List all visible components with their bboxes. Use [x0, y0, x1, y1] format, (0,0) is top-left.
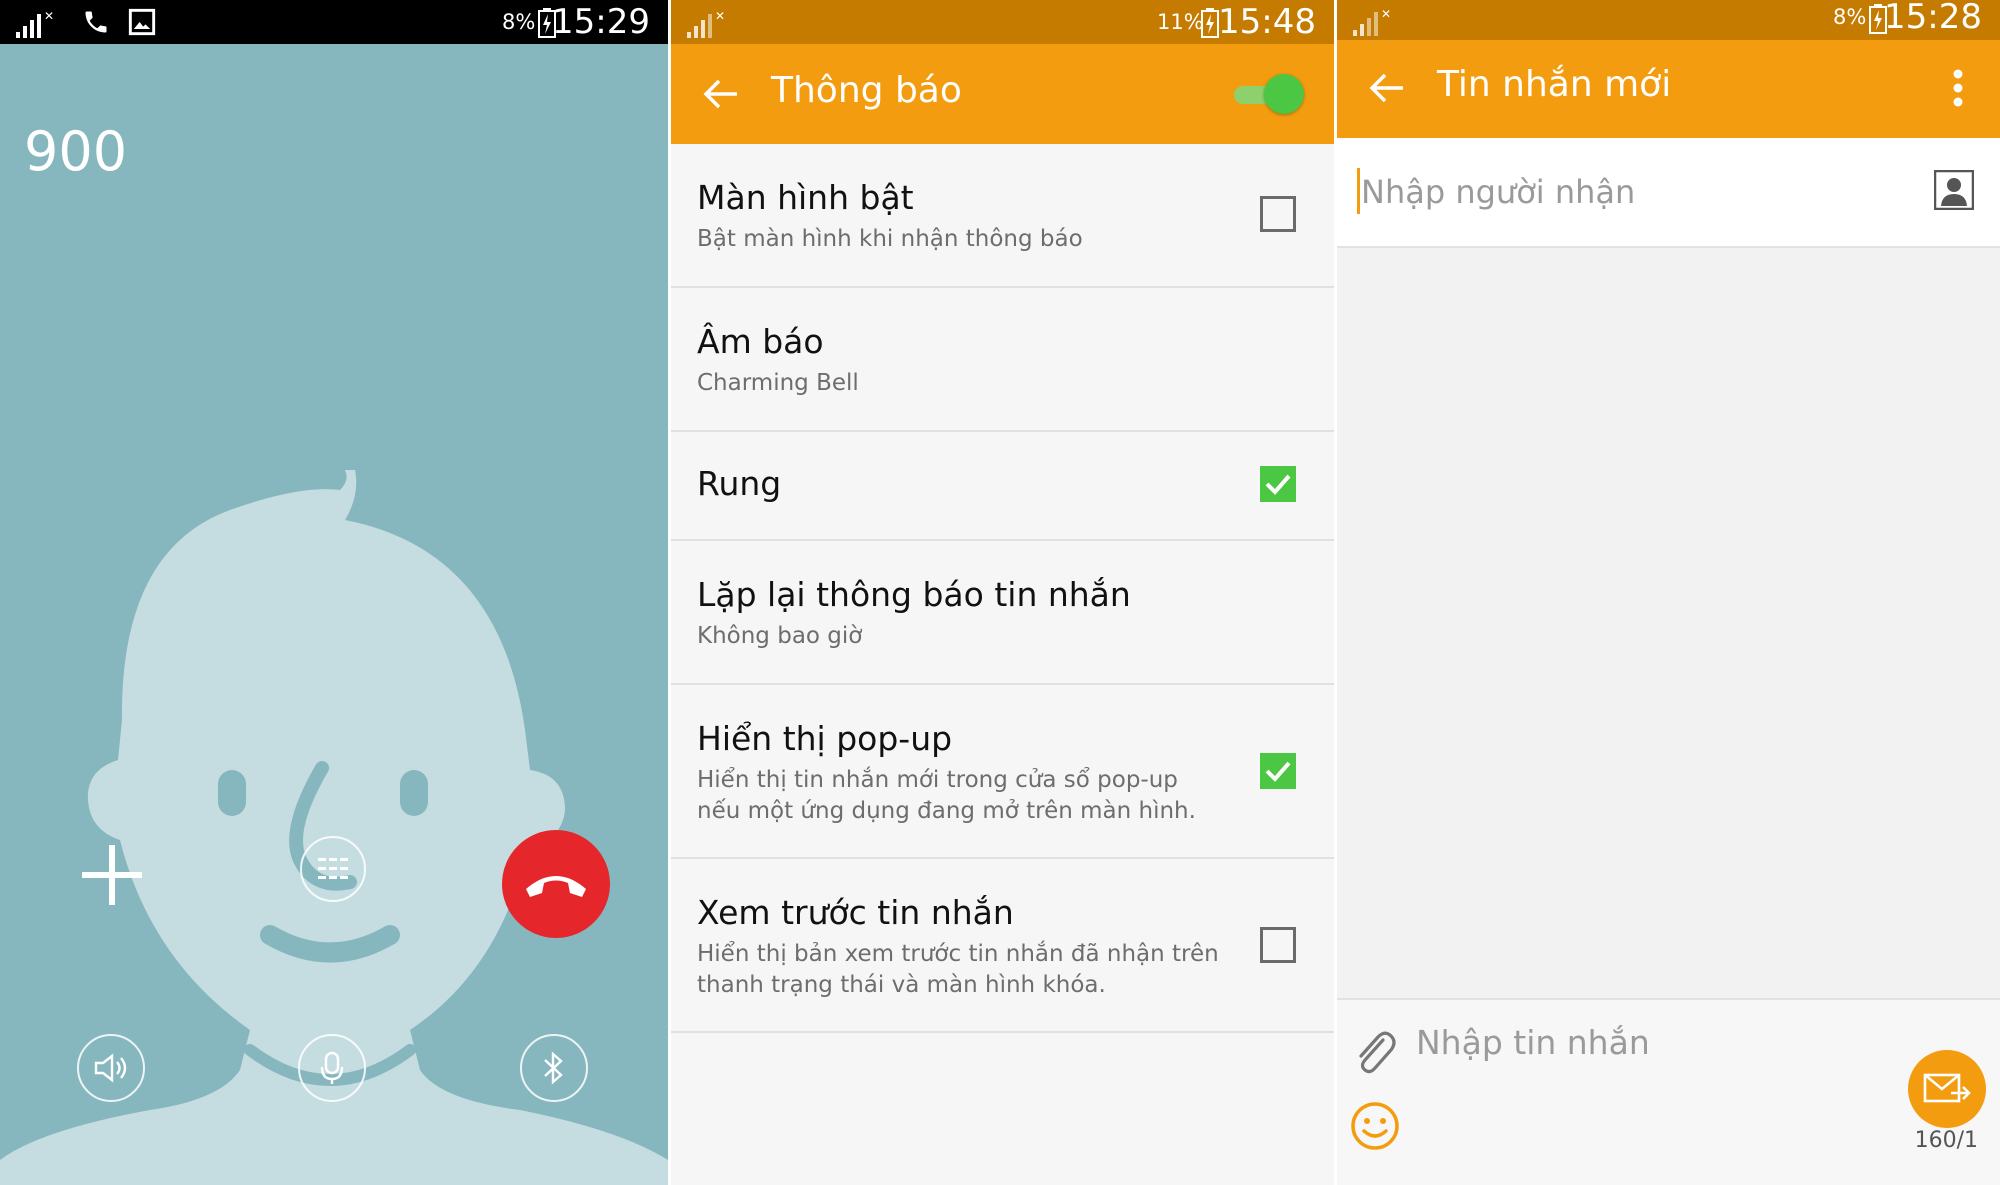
end-call-button[interactable]: [502, 830, 610, 938]
attach-icon[interactable]: [1353, 1028, 1397, 1076]
phone-icon: [85, 11, 107, 33]
setting-title: Xem trước tin nhắn: [697, 893, 1014, 932]
battery-icon: [1201, 8, 1219, 38]
app-bar: Tin nhắn mới: [1337, 40, 2000, 138]
recipient-input[interactable]: [1359, 168, 1883, 216]
end-call-icon: [526, 876, 586, 897]
back-arrow-icon[interactable]: [1367, 68, 1407, 108]
status-clock: 15:48: [1218, 2, 1316, 42]
svg-text:✕: ✕: [44, 9, 54, 23]
emoji-icon[interactable]: [1349, 1100, 1401, 1152]
status-clock: 15:28: [1884, 0, 1982, 37]
setting-title: Lặp lại thông báo tin nhắn: [697, 575, 1131, 614]
setting-subtitle: Không bao giờ: [697, 623, 863, 649]
notification-settings-screen: ✕ 11% 15:48 Thông báo Màn hình bật Bật m…: [671, 0, 1334, 1185]
toggle-knob: [1264, 74, 1304, 114]
send-icon: [1923, 1073, 1971, 1103]
status-bar: ✕ 8% 15:29: [0, 0, 668, 44]
bluetooth-button[interactable]: [520, 1034, 588, 1102]
status-bar: ✕ 8% 15:28: [1337, 0, 2000, 40]
call-screen: ✕ 8% 15:29 900: [0, 0, 668, 1185]
battery-percent: 11%: [1157, 10, 1204, 34]
page-title: Thông báo: [771, 70, 962, 111]
keypad-button[interactable]: [300, 836, 366, 902]
recipient-bar: [1337, 138, 2000, 248]
status-bar: ✕ 11% 15:48: [671, 0, 1334, 44]
compose-bar: 160/1: [1337, 998, 2000, 1185]
setting-notification-sound[interactable]: Âm báo Charming Bell: [671, 288, 1334, 432]
mic-icon: [320, 1051, 344, 1084]
svg-text:✕: ✕: [715, 9, 725, 23]
setting-popup[interactable]: Hiển thị pop-up Hiển thị tin nhắn mới tr…: [671, 685, 1334, 859]
battery-percent: 8%: [1833, 5, 1867, 29]
svg-text:✕: ✕: [1381, 7, 1391, 21]
bluetooth-icon: [544, 1051, 563, 1085]
setting-subtitle: Hiển thị bản xem trước tin nhắn đã nhận …: [697, 941, 1219, 998]
keypad-icon: [318, 858, 348, 879]
setting-repeat-alert[interactable]: Lặp lại thông báo tin nhắn Không bao giờ: [671, 541, 1334, 685]
message-input[interactable]: [1414, 1016, 1858, 1068]
send-button[interactable]: [1908, 1050, 1986, 1128]
setting-subtitle: Charming Bell: [697, 370, 859, 396]
mute-button[interactable]: [298, 1034, 366, 1102]
checkbox[interactable]: [1260, 466, 1296, 502]
app-bar: Thông báo: [671, 44, 1334, 144]
page-title: Tin nhắn mới: [1437, 64, 1672, 105]
master-toggle[interactable]: [1230, 74, 1304, 116]
contact-icon[interactable]: [1934, 170, 1974, 210]
speaker-button[interactable]: [77, 1034, 145, 1102]
checkbox[interactable]: [1260, 927, 1296, 963]
text-caret: [1357, 168, 1360, 214]
image-icon: [128, 8, 156, 36]
signal-icon: ✕: [1353, 7, 1391, 36]
setting-subtitle: Hiển thị tin nhắn mới trong cửa sổ pop-u…: [697, 767, 1196, 824]
setting-title: Rung: [697, 464, 782, 503]
speaker-icon: [94, 1053, 127, 1083]
setting-message-preview[interactable]: Xem trước tin nhắn Hiển thị bản xem trướ…: [671, 859, 1334, 1033]
call-number: 900: [24, 120, 128, 183]
checkbox[interactable]: [1260, 196, 1296, 232]
check-icon: [1265, 474, 1291, 495]
setting-vibrate[interactable]: Rung: [671, 432, 1334, 541]
back-arrow-icon[interactable]: [701, 74, 741, 114]
add-call-icon[interactable]: [82, 845, 142, 905]
setting-title: Âm báo: [697, 322, 824, 361]
char-counter: 160/1: [1914, 1128, 1978, 1153]
setting-title: Hiển thị pop-up: [697, 719, 953, 758]
check-icon: [1265, 761, 1291, 782]
more-options-icon[interactable]: [1952, 68, 1964, 108]
signal-icon: ✕: [16, 9, 54, 38]
setting-title: Màn hình bật: [697, 178, 914, 217]
new-message-screen: ✕ 8% 15:28 Tin nhắn mới Nhập người nhận …: [1337, 0, 2000, 1185]
checkbox[interactable]: [1260, 753, 1296, 789]
setting-subtitle: Bật màn hình khi nhận thông báo: [697, 226, 1083, 252]
battery-percent: 8%: [502, 10, 536, 34]
status-clock: 15:29: [552, 2, 650, 42]
signal-icon: ✕: [687, 9, 725, 38]
setting-screen-on[interactable]: Màn hình bật Bật màn hình khi nhận thông…: [671, 144, 1334, 288]
